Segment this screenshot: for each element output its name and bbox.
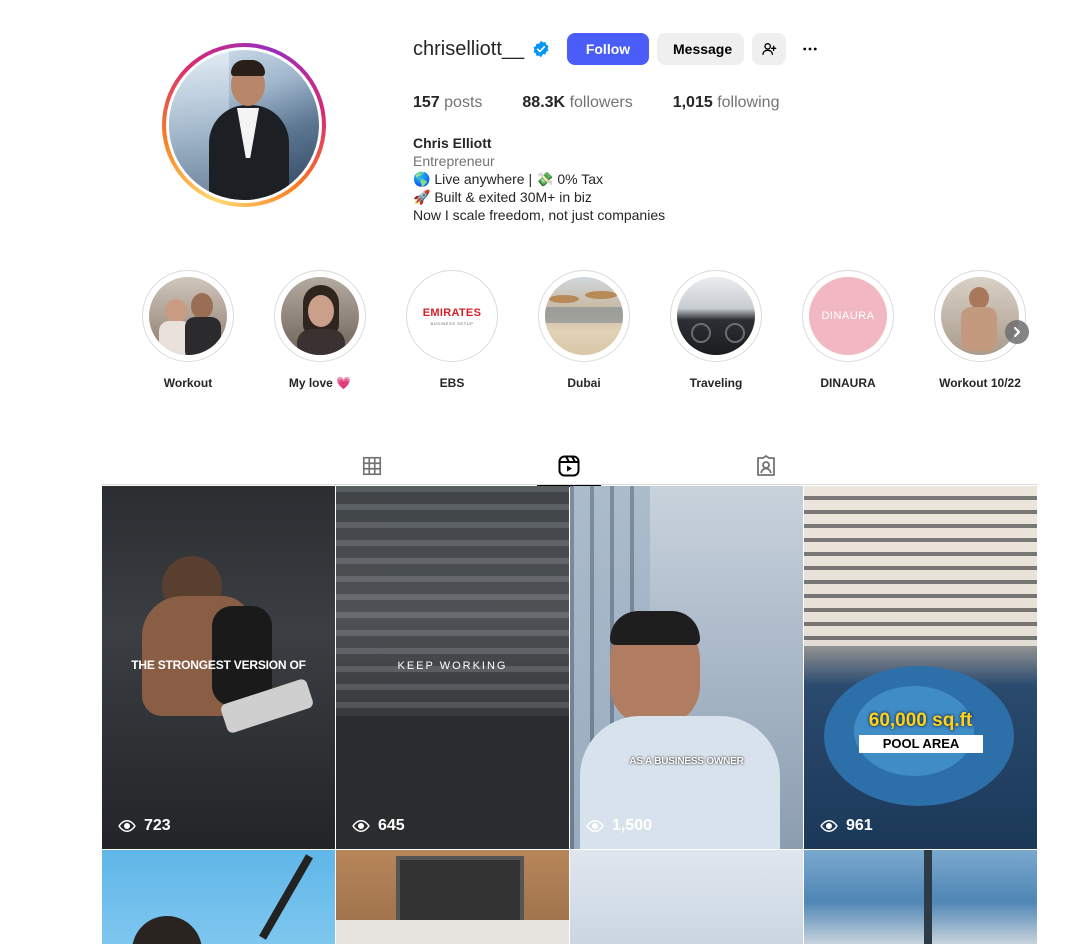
reel-overlay-label: POOL AREA (859, 735, 983, 753)
bio-line: Now I scale freedom, not just companies (413, 207, 666, 223)
profile-bio: Chris Elliott Entrepreneur 🌎 Live anywhe… (413, 134, 665, 224)
reel-views: 723 (118, 817, 171, 835)
highlights-next-button[interactable] (1005, 320, 1029, 344)
chevron-right-icon (1014, 327, 1020, 337)
username: chriselliott__ (413, 37, 525, 60)
reel-overlay-text: THE STRONGEST VERSION OF (131, 658, 306, 672)
highlight-ebs[interactable]: EMIRATES BUSINESS SETUP EBS (406, 270, 498, 390)
full-name: Chris Elliott (413, 135, 492, 151)
highlight-cover (941, 277, 1019, 355)
highlight-cover: DINAURA (809, 277, 887, 355)
following-stat[interactable]: 1,015 following (673, 94, 780, 112)
followers-stat[interactable]: 88.3K followers (522, 94, 632, 112)
tab-posts[interactable] (340, 447, 404, 485)
tagged-icon (757, 455, 775, 476)
tab-reels[interactable] (537, 447, 601, 487)
reel-tile[interactable]: 60,000 sq.ft POOL AREA 961 (804, 486, 1037, 849)
reel-tile[interactable] (102, 850, 335, 944)
username-row: chriselliott__ (413, 33, 550, 65)
reel-tile[interactable] (570, 850, 803, 944)
reel-tile[interactable] (336, 850, 569, 944)
profile-stats: 157 posts 88.3K followers 1,015 followin… (413, 94, 779, 112)
highlight-cover (281, 277, 359, 355)
options-button[interactable] (797, 37, 823, 61)
message-button[interactable]: Message (657, 33, 744, 65)
reel-views: 645 (352, 817, 405, 835)
reel-overlay-text: KEEP WORKING (397, 660, 508, 672)
highlight-cover: EMIRATES BUSINESS SETUP (413, 277, 491, 355)
reel-tile[interactable] (804, 850, 1037, 944)
add-user-icon (762, 43, 777, 55)
reel-tile[interactable]: THE STRONGEST VERSION OF 723 (102, 486, 335, 849)
reel-views: 961 (820, 817, 873, 835)
play-views-icon (586, 819, 604, 833)
follow-button[interactable]: Follow (567, 33, 649, 65)
play-views-icon (118, 819, 136, 833)
profile-category: Entrepreneur (413, 153, 495, 169)
highlight-cover (149, 277, 227, 355)
suggested-users-button[interactable] (752, 33, 786, 65)
reel-tile[interactable]: AS A BUSINESS OWNER 1,500 (570, 486, 803, 849)
highlight-my-love[interactable]: My love 💗 (274, 270, 366, 390)
posts-stat: 157 posts (413, 94, 483, 111)
bio-line: 🌎 Live anywhere | 💸 0% Tax (413, 171, 603, 187)
avatar-photo (169, 50, 319, 200)
ebs-logo-subtext: BUSINESS SETUP (430, 321, 474, 326)
reel-overlay-text: AS A BUSINESS OWNER (629, 756, 744, 767)
reels-icon (558, 455, 580, 477)
reel-tile[interactable]: KEEP WORKING 645 (336, 486, 569, 849)
highlight-cover (545, 277, 623, 355)
grid-icon (362, 456, 382, 476)
play-views-icon (820, 819, 838, 833)
reel-overlay-title: 60,000 sq.ft (868, 710, 973, 731)
highlight-cover (677, 277, 755, 355)
highlight-traveling[interactable]: Traveling (670, 270, 762, 390)
play-views-icon (352, 819, 370, 833)
ebs-logo-text: EMIRATES (422, 307, 482, 319)
dinaura-logo-text: DINAURA (821, 310, 875, 322)
highlight-workout[interactable]: Workout (142, 270, 234, 390)
reel-views: 1,500 (586, 817, 652, 835)
profile-avatar[interactable] (162, 43, 326, 207)
bio-line: 🚀 Built & exited 30M+ in biz (413, 189, 592, 205)
highlight-dubai[interactable]: Dubai (538, 270, 630, 390)
tab-tagged[interactable] (734, 447, 798, 485)
highlight-dinaura[interactable]: DINAURA DINAURA (802, 270, 894, 390)
verified-badge-icon (533, 40, 549, 58)
more-options-icon (803, 47, 817, 51)
